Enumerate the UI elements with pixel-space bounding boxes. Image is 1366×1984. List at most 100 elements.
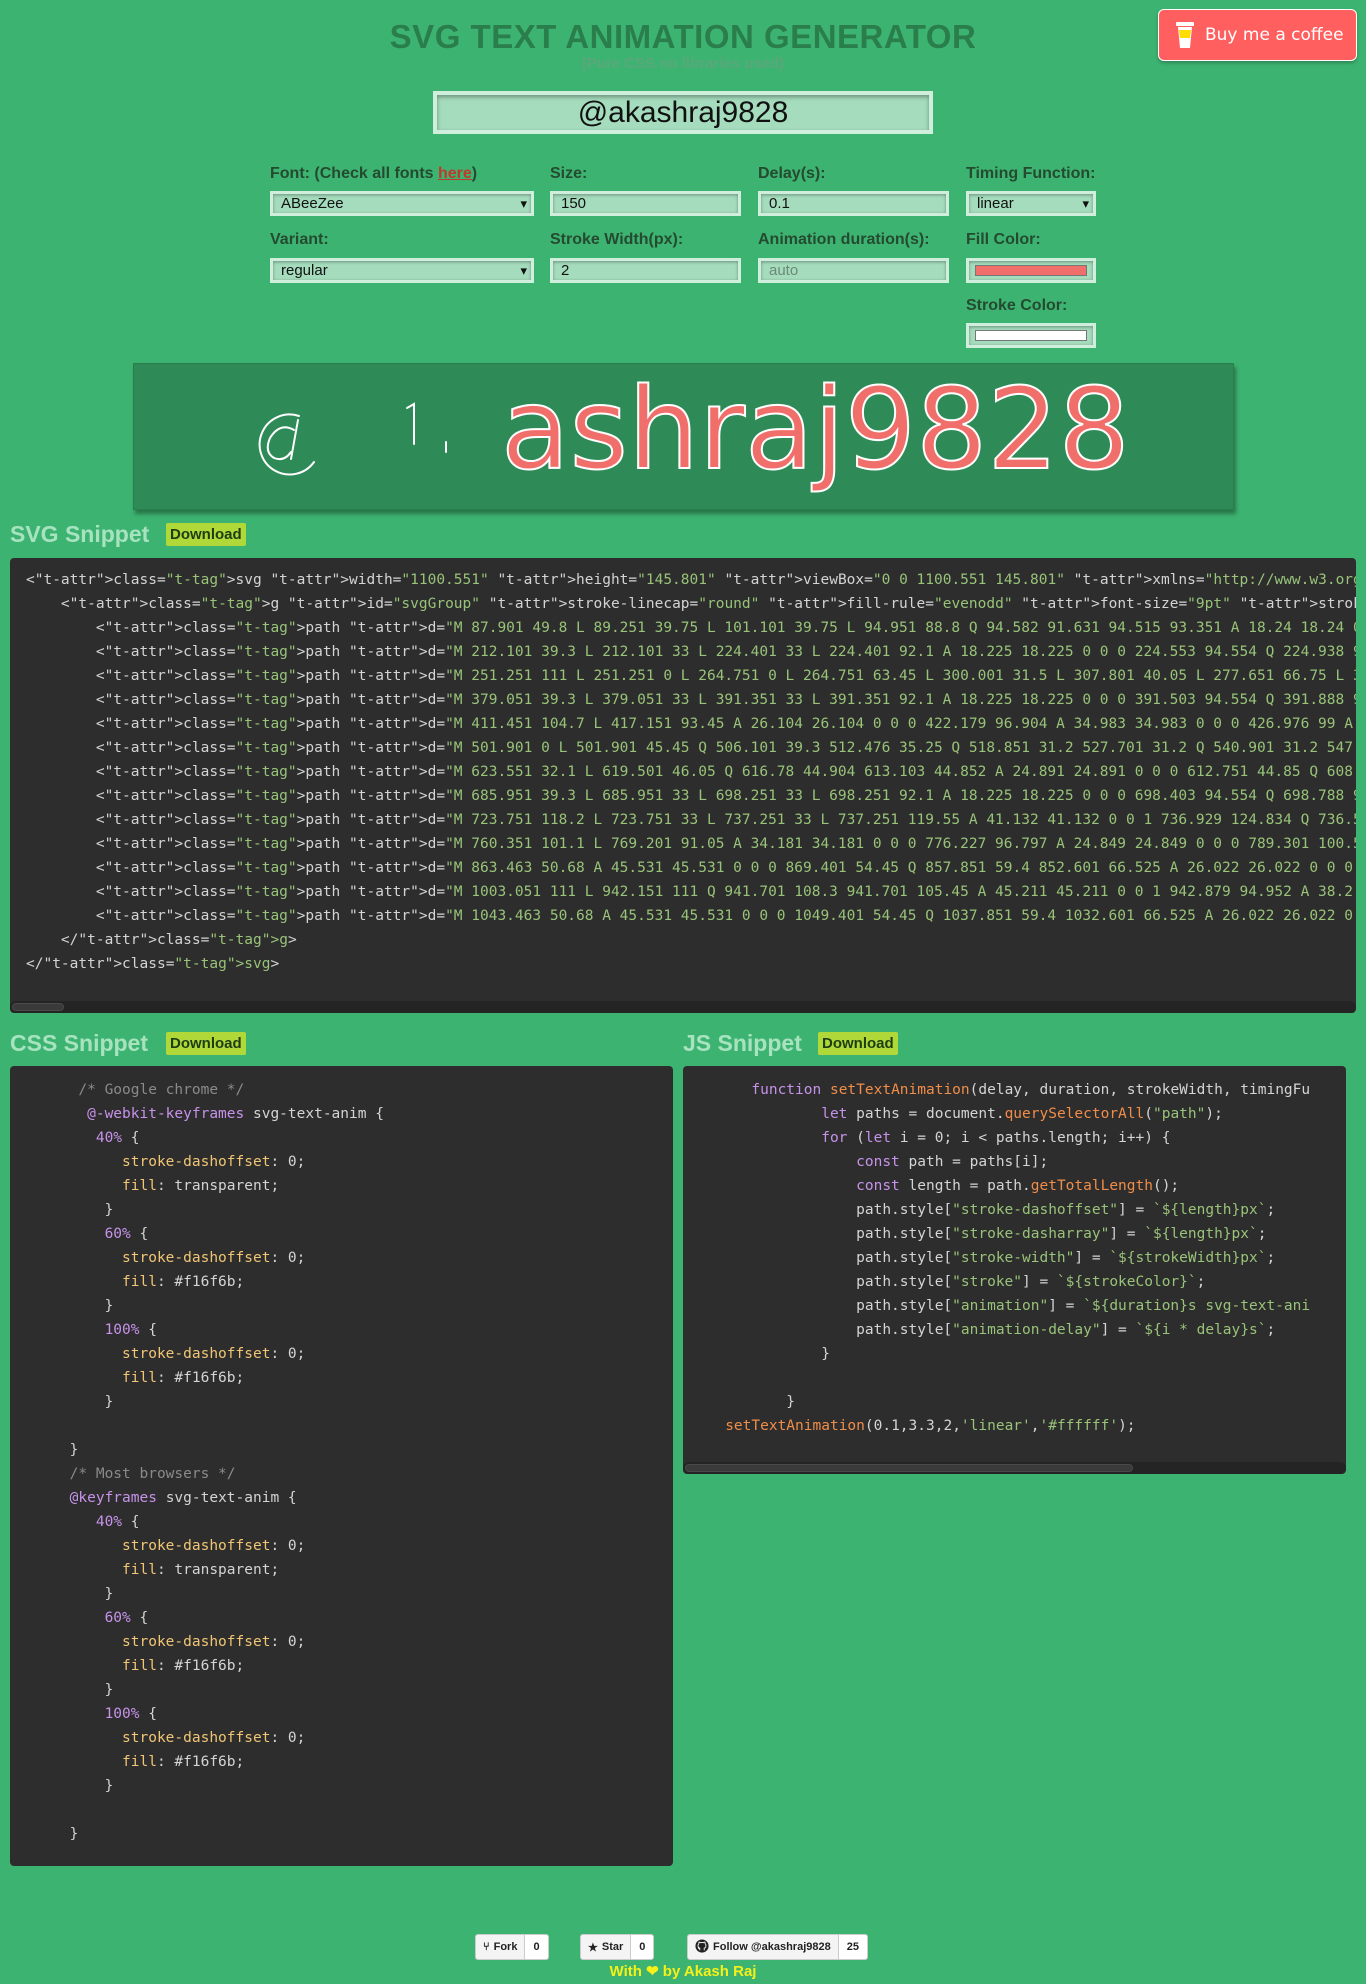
- css-code-block: /* Google chrome */ @-webkit-keyframes s…: [10, 1066, 673, 1866]
- stroke-color-swatch: [975, 330, 1087, 341]
- css-code-line: stroke-dashoffset: 0;: [122, 1538, 306, 1554]
- buy-coffee-button[interactable]: Buy me a coffee: [1158, 9, 1357, 61]
- css-code-line: }: [26, 1442, 79, 1458]
- css-code-line: }: [26, 1298, 114, 1314]
- js-code-scrollbar-thumb[interactable]: [685, 1464, 1133, 1472]
- css-download-button[interactable]: Download: [166, 1032, 246, 1055]
- svg-code-line: <"t-attr">class="t-tag">svg "t-attr">wid…: [26, 572, 1356, 588]
- js-code-line: path.style["stroke-dasharray"] = `${leng…: [699, 1226, 1267, 1242]
- svg-code-scrollbar-thumb[interactable]: [12, 1003, 64, 1011]
- svg-code-line: </"t-attr">class="t-tag">g>: [26, 932, 297, 948]
- follow-label: Follow @akashraj9828: [713, 1941, 831, 1953]
- css-code-line: fill: #f16f6b;: [122, 1370, 245, 1386]
- github-icon: [695, 1938, 709, 1956]
- js-code-line: const length = path.getTotalLength();: [856, 1178, 1180, 1194]
- duration-input[interactable]: auto: [758, 258, 949, 283]
- svg-code-line: <"t-attr">class="t-tag">path "t-attr">d=…: [26, 644, 1356, 660]
- js-code-line: path.style["stroke"] = `${strokeColor}`;: [699, 1274, 1206, 1290]
- css-code-line: /* Most browsers */: [26, 1466, 236, 1482]
- coffee-cup-icon: [1175, 20, 1195, 50]
- css-code-line: 40% {: [95, 1514, 140, 1530]
- stroke-color-picker[interactable]: [966, 323, 1096, 348]
- css-code-line: stroke-dashoffset: 0;: [122, 1634, 306, 1650]
- svg-code-line: <"t-attr">class="t-tag">path "t-attr">d=…: [26, 860, 1353, 876]
- js-code-line: path.style["animation"] = `${duration}s …: [699, 1298, 1311, 1314]
- fork-label: Fork: [493, 1941, 518, 1953]
- svg-code-scrollbar[interactable]: [10, 1001, 1356, 1013]
- github-follow-widget[interactable]: Follow @akashraj9828 25: [687, 1934, 868, 1960]
- delay-label: Delay(s):: [758, 165, 826, 182]
- fork-icon: ⑂: [483, 1941, 490, 1953]
- variant-select[interactable]: regular: [270, 258, 534, 283]
- js-code-line: for (let i = 0; i < paths.length; i++) {: [821, 1130, 1171, 1146]
- css-code-line: }: [26, 1682, 114, 1698]
- follow-count: 25: [838, 1934, 868, 1960]
- footer-credit: With ❤ by Akash Raj: [609, 1963, 757, 1980]
- js-code-block: function setTextAnimation(delay, duratio…: [683, 1066, 1346, 1474]
- svg-code-line: <"t-attr">class="t-tag">path "t-attr">d=…: [26, 740, 1356, 756]
- preview-partial-glyphs: [258, 402, 447, 476]
- timing-label: Timing Function:: [966, 165, 1096, 182]
- star-count: 0: [631, 1934, 655, 1960]
- font-select[interactable]: ABeeZee: [270, 191, 534, 216]
- css-code-line: 100% {: [104, 1322, 157, 1338]
- text-input[interactable]: @akashraj9828: [433, 91, 933, 134]
- svg-code-line: <"t-attr">class="t-tag">path "t-attr">d=…: [26, 716, 1353, 732]
- svg-code-line: <"t-attr">class="t-tag">path "t-attr">d=…: [26, 788, 1356, 804]
- github-fork-widget[interactable]: ⑂ Fork 0: [475, 1934, 549, 1960]
- svg-code-line: <"t-attr">class="t-tag">path "t-attr">d=…: [26, 692, 1356, 708]
- animation-preview: ashraj9828: [133, 363, 1234, 510]
- css-code-line: fill: #f16f6b;: [122, 1754, 245, 1770]
- css-code-line: }: [26, 1586, 114, 1602]
- css-code-line: stroke-dashoffset: 0;: [122, 1250, 306, 1266]
- js-code-line: path.style["stroke-width"] = `${strokeWi…: [699, 1250, 1276, 1266]
- fill-color-picker[interactable]: [966, 258, 1096, 283]
- delay-input[interactable]: 0.1: [758, 191, 949, 216]
- js-code-line: setTextAnimation(0.1,3.3,2,'linear','#ff…: [725, 1418, 1136, 1434]
- stroke-color-label: Stroke Color:: [966, 297, 1068, 314]
- css-code-line: stroke-dashoffset: 0;: [122, 1346, 306, 1362]
- variant-label: Variant:: [270, 231, 329, 248]
- js-code-scrollbar[interactable]: [683, 1462, 1346, 1474]
- css-code-line: stroke-dashoffset: 0;: [122, 1730, 306, 1746]
- github-star-widget[interactable]: ★ Star 0: [580, 1934, 655, 1960]
- css-code-line: }: [26, 1202, 114, 1218]
- svg-code-line: <"t-attr">class="t-tag">path "t-attr">d=…: [26, 620, 1356, 636]
- svg-code-line: <"t-attr">class="t-tag">path "t-attr">d=…: [26, 764, 1356, 780]
- js-download-button[interactable]: Download: [818, 1032, 898, 1055]
- js-code-line: let paths = document.querySelectorAll("p…: [821, 1106, 1223, 1122]
- stroke-width-input[interactable]: 2: [550, 258, 741, 283]
- css-code-line: }: [26, 1826, 79, 1842]
- js-snippet-title: JS Snippet: [683, 1030, 802, 1056]
- css-code-line: 60% {: [104, 1226, 149, 1242]
- fill-color-swatch: [975, 265, 1087, 276]
- js-code-line: }: [699, 1346, 830, 1362]
- svg-code-line: <"t-attr">class="t-tag">g "t-attr">id="s…: [26, 596, 1356, 612]
- js-code-line: path.style["stroke-dashoffset"] = `${len…: [699, 1202, 1276, 1218]
- svg-download-button[interactable]: Download: [166, 523, 246, 546]
- svg-code-block: <"t-attr">class="t-tag">svg "t-attr">wid…: [10, 558, 1356, 1013]
- font-label: Font: (Check all fonts here): [270, 165, 478, 182]
- star-label: Star: [601, 1941, 624, 1953]
- svg-code-line: <"t-attr">class="t-tag">path "t-attr">d=…: [26, 908, 1353, 924]
- css-code-line: stroke-dashoffset: 0;: [122, 1154, 306, 1170]
- stroke-width-label: Stroke Width(px):: [550, 231, 684, 248]
- css-code-line: /* Google chrome */: [26, 1082, 245, 1098]
- timing-select[interactable]: linear: [966, 191, 1096, 216]
- svg-snippet-title: SVG Snippet: [10, 521, 150, 547]
- size-input[interactable]: 150: [550, 191, 741, 216]
- js-code-line: }: [699, 1394, 796, 1410]
- fonts-link[interactable]: here: [438, 165, 472, 182]
- svg-code-line: <"t-attr">class="t-tag">path "t-attr">d=…: [26, 884, 1353, 900]
- duration-label: Animation duration(s):: [758, 231, 930, 248]
- star-icon: ★: [588, 1941, 598, 1954]
- js-code-line: function setTextAnimation(delay, duratio…: [751, 1082, 1311, 1098]
- js-code-line: path.style["animation-delay"] = `${i * d…: [699, 1322, 1276, 1338]
- css-code-line: 60% {: [104, 1610, 149, 1626]
- size-label: Size:: [550, 165, 588, 182]
- svg-code-line: <"t-attr">class="t-tag">path "t-attr">d=…: [26, 836, 1356, 852]
- css-code-line: fill: #f16f6b;: [122, 1658, 245, 1674]
- css-code-line: }: [26, 1778, 114, 1794]
- css-code-line: 40% {: [95, 1130, 140, 1146]
- css-code-line: }: [26, 1394, 114, 1410]
